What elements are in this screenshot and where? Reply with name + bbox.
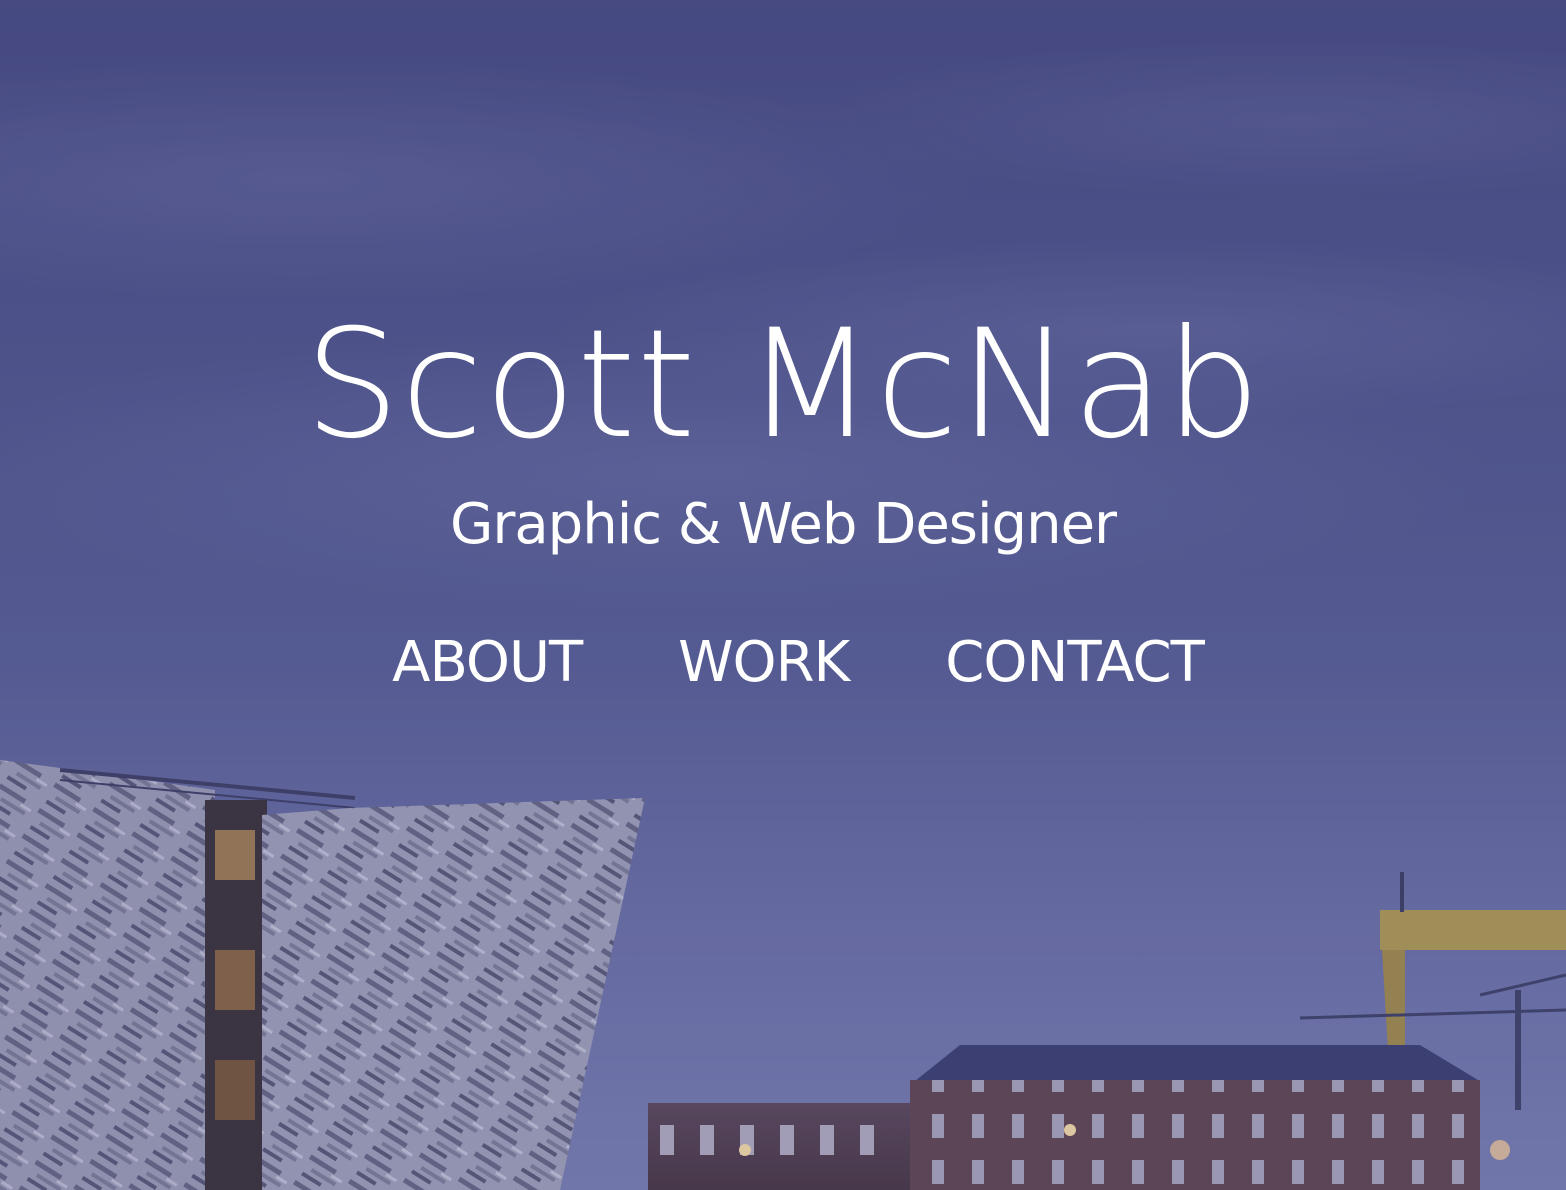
main-nav: ABOUT WORK CONTACT [0,628,1566,698]
site-title[interactable]: Scott McNab [0,300,1566,470]
site-header: Scott McNab Graphic & Web Designer [0,300,1566,558]
nav-link-contact[interactable]: CONTACT [945,628,1205,698]
hero-color-overlay [0,0,1566,1190]
nav-link-work[interactable]: WORK [678,628,850,698]
hero-section [0,0,1566,1190]
nav-link-about[interactable]: ABOUT [392,628,583,698]
site-tagline: Graphic & Web Designer [449,492,1117,557]
